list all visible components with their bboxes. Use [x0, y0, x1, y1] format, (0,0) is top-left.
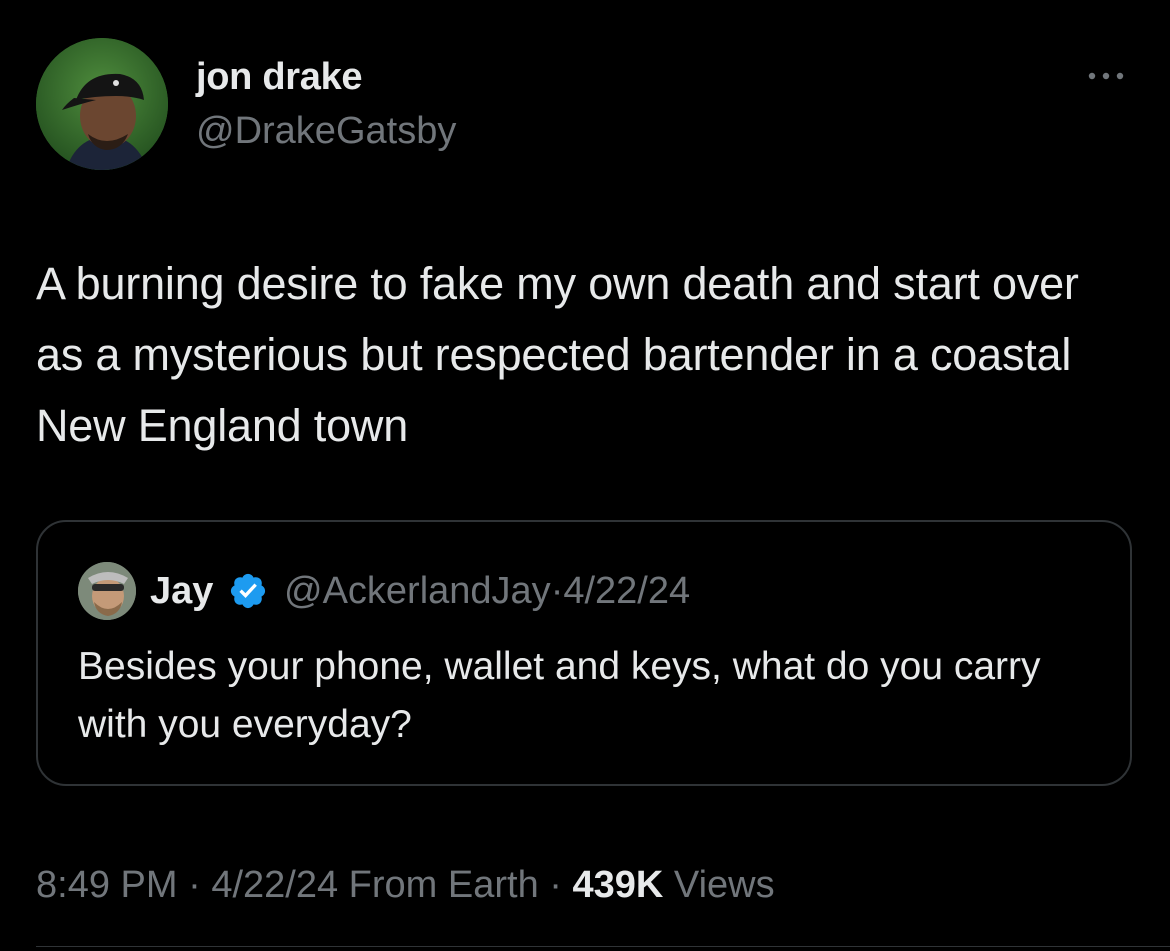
tweet-text: A burning desire to fake my own death an…	[36, 258, 1079, 451]
verified-badge-icon	[228, 571, 268, 611]
quoted-tweet-meta: @AckerlandJay·4/22/24	[284, 568, 690, 614]
tweet-date[interactable]: 4/22/24	[211, 864, 338, 906]
author-avatar[interactable]	[36, 38, 168, 170]
quoted-author-name[interactable]: Jay	[150, 568, 213, 614]
quoted-author-avatar[interactable]	[78, 562, 136, 620]
tweet: jon drake @DrakeGatsby A burning desire …	[0, 0, 1170, 951]
quoted-tweet-text: Besides your phone, wallet and keys, wha…	[78, 645, 1041, 746]
views-count[interactable]: 439K	[573, 864, 664, 906]
tweet-footer: 8:49 PM · 4/22/24 From Earth · 439K View…	[36, 862, 775, 908]
tweet-time[interactable]: 8:49 PM	[36, 864, 178, 906]
more-button[interactable]	[1080, 62, 1132, 90]
views-label[interactable]: Views	[674, 864, 775, 906]
footer-separator: ·	[188, 864, 201, 906]
author-name[interactable]: jon drake	[196, 54, 363, 100]
divider	[36, 946, 1170, 947]
quoted-tweet-card[interactable]: Jay @AckerlandJay·4/22/24 Besides your p…	[36, 520, 1132, 786]
footer-separator: ·	[549, 864, 562, 906]
tweet-location: From Earth	[348, 864, 539, 906]
quoted-author-handle[interactable]: @AckerlandJay	[284, 570, 551, 612]
quoted-tweet-date[interactable]: 4/22/24	[563, 570, 690, 612]
author-avatar-image	[36, 38, 168, 170]
author-handle[interactable]: @DrakeGatsby	[196, 108, 456, 154]
more-horizontal-icon	[1088, 72, 1124, 80]
meta-separator: ·	[550, 570, 564, 612]
quoted-avatar-image	[78, 562, 136, 620]
